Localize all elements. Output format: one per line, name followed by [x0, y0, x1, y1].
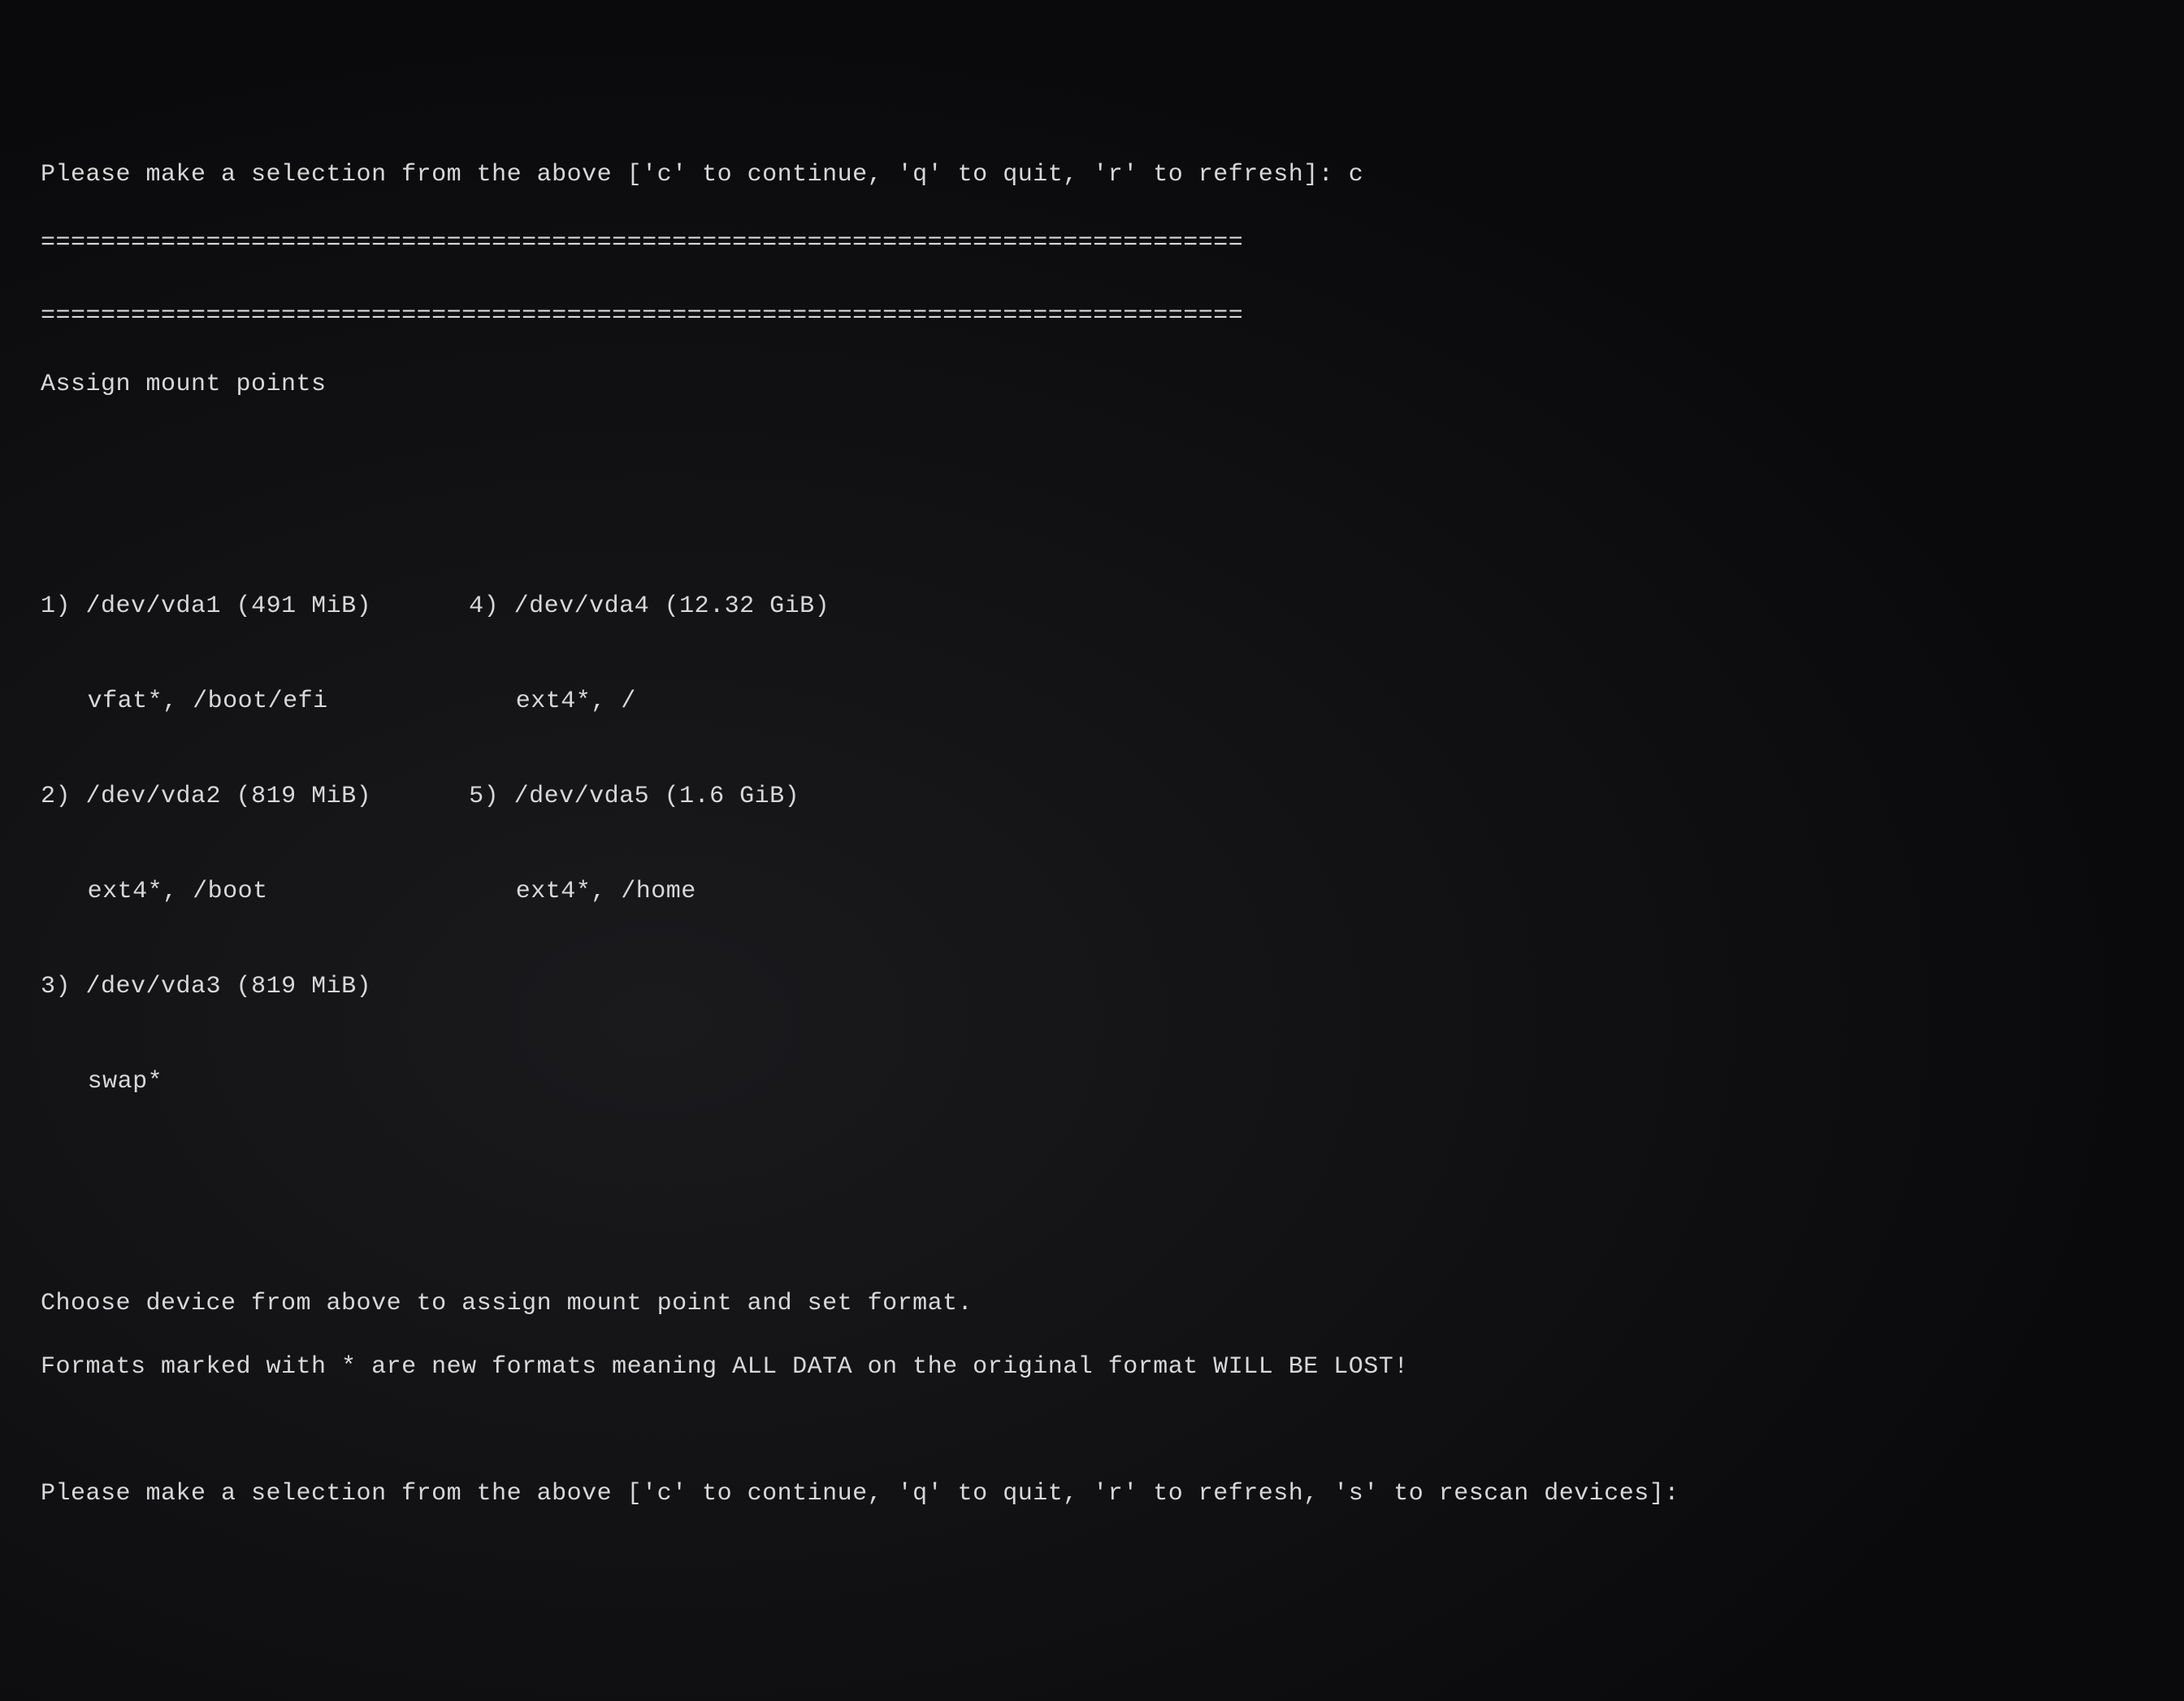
- warning-text: Formats marked with * are new formats me…: [41, 1352, 2143, 1383]
- device-format: swap*: [41, 1066, 371, 1098]
- device-entry[interactable]: 5) /dev/vda5 (1.6 GiB): [469, 781, 830, 813]
- prompt-text: Please make a selection from the above […: [41, 161, 1349, 189]
- device-entry[interactable]: 2) /dev/vda2 (819 MiB): [41, 781, 371, 813]
- device-entry[interactable]: 4) /dev/vda4 (12.32 GiB): [469, 591, 830, 623]
- device-format: vfat*, /boot/efi: [41, 686, 371, 718]
- device-format: ext4*, /: [469, 686, 830, 718]
- current-prompt[interactable]: Please make a selection from the above […: [41, 1478, 2143, 1510]
- device-entry[interactable]: 3) /dev/vda3 (819 MiB): [41, 971, 371, 1003]
- prompt-input-value: c: [1349, 161, 1364, 189]
- prompt-text: Please make a selection from the above […: [41, 1480, 1694, 1508]
- device-column-left: 1) /dev/vda1 (491 MiB) vfat*, /boot/efi …: [41, 527, 371, 1161]
- device-columns: 1) /dev/vda1 (491 MiB) vfat*, /boot/efi …: [41, 527, 2143, 1161]
- help-text: Choose device from above to assign mount…: [41, 1288, 2143, 1320]
- device-format: ext4*, /boot: [41, 876, 371, 908]
- device-column-right: 4) /dev/vda4 (12.32 GiB) ext4*, / 5) /de…: [469, 527, 830, 1161]
- divider-line: ========================================…: [41, 301, 2143, 332]
- previous-prompt: Please make a selection from the above […: [41, 159, 2143, 191]
- device-entry[interactable]: 1) /dev/vda1 (491 MiB): [41, 591, 371, 623]
- device-format: ext4*, /home: [469, 876, 830, 908]
- divider-line: ========================================…: [41, 228, 2143, 259]
- section-title: Assign mount points: [41, 369, 2143, 401]
